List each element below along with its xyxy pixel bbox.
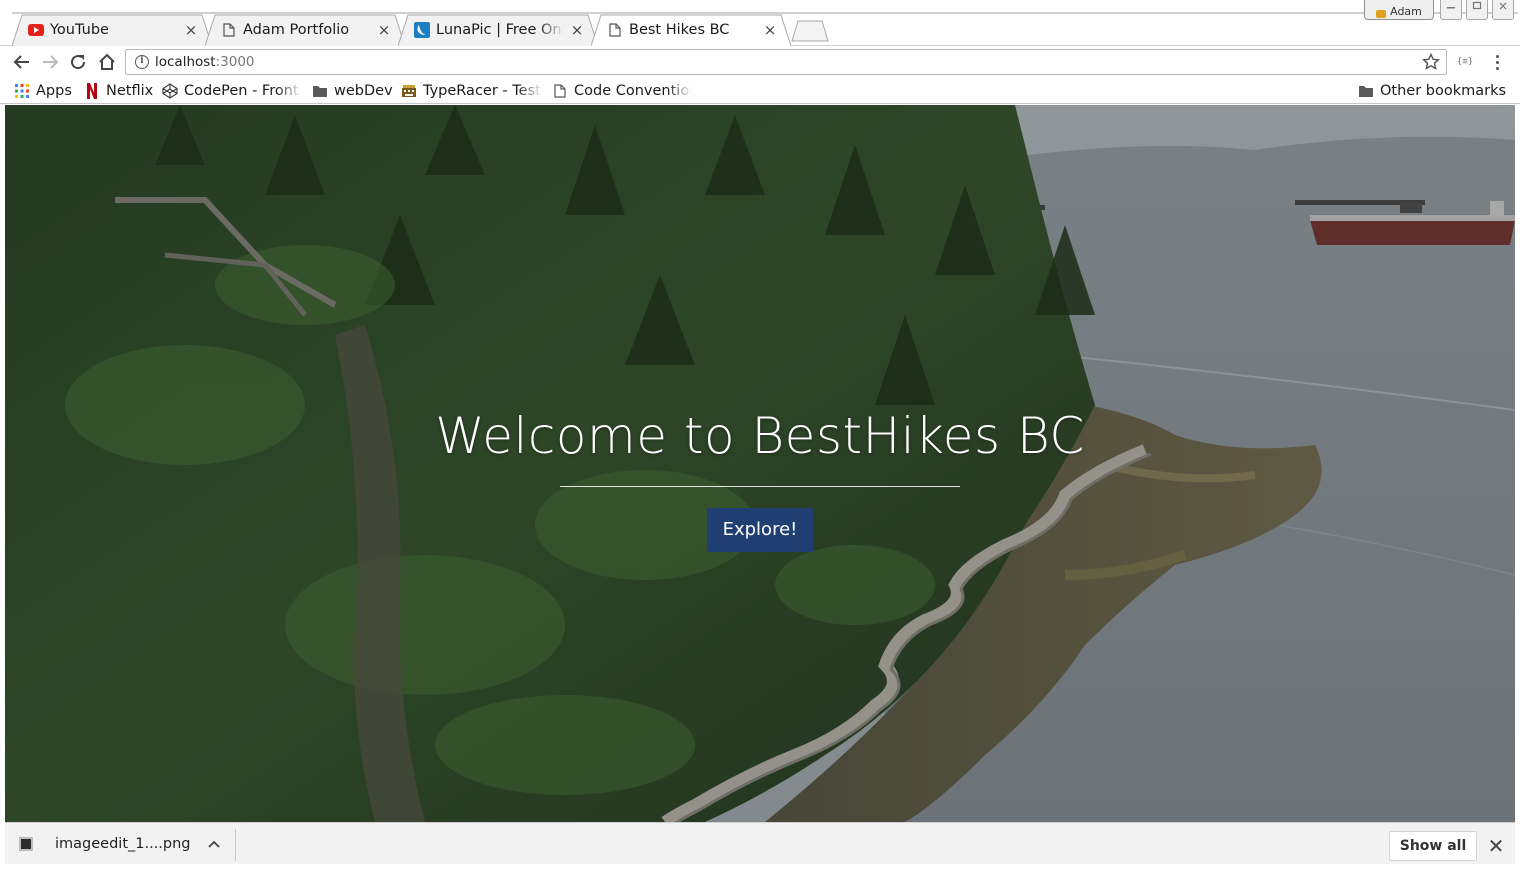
browser-toolbar: i localhost:3000 {≡} <box>0 46 1520 78</box>
netflix-icon <box>84 83 100 99</box>
extension-button[interactable]: {≡} <box>1455 54 1475 70</box>
download-separator <box>235 829 236 861</box>
window-right-edge <box>1515 105 1520 876</box>
tab-title: Best Hikes BC <box>629 22 730 38</box>
explore-button[interactable]: Explore! <box>707 508 813 552</box>
apps-grid-icon <box>14 83 30 99</box>
url-port: :3000 <box>215 54 255 70</box>
lunapic-icon <box>414 22 430 38</box>
reload-button[interactable] <box>66 50 90 74</box>
chevron-up-icon[interactable] <box>207 837 221 851</box>
close-window-button[interactable] <box>1492 0 1514 20</box>
hero-title: Welcome to BestHikes BC <box>435 407 1085 465</box>
download-shelf: imageedit_1....png Show all ✕ <box>5 822 1515 864</box>
bookmarks-bar: Apps Netflix CodePen - Front End Develop… <box>0 78 1520 104</box>
minimize-button[interactable] <box>1440 0 1462 20</box>
back-button[interactable] <box>10 50 34 74</box>
codepen-icon <box>162 83 178 99</box>
tab-title: LunaPic | Free Online Photo Editor <box>436 22 564 38</box>
bookmark-label: Apps <box>36 83 72 99</box>
bookmark-label: Other bookmarks <box>1380 83 1507 99</box>
minimize-icon <box>1447 7 1455 9</box>
folder-icon <box>312 83 328 99</box>
menu-dot-icon <box>1495 60 1499 64</box>
tab-close-icon[interactable]: × <box>763 23 777 38</box>
download-item[interactable]: imageedit_1....png <box>19 831 221 857</box>
bookmark-apps[interactable]: Apps <box>14 80 72 102</box>
page-icon <box>552 83 568 99</box>
close-icon <box>1499 2 1507 10</box>
arrow-right-icon <box>43 55 59 69</box>
tab-close-icon[interactable]: × <box>570 23 584 38</box>
forward-button[interactable] <box>38 50 62 74</box>
home-button[interactable] <box>95 50 119 74</box>
home-icon <box>99 53 115 70</box>
browser-menu-button[interactable] <box>1488 50 1506 74</box>
new-tab-button[interactable] <box>790 20 830 42</box>
page-icon <box>607 22 623 38</box>
window-left-edge <box>0 105 5 876</box>
info-icon[interactable]: i <box>135 55 149 69</box>
close-shelf-icon[interactable]: ✕ <box>1485 835 1507 857</box>
profile-chip[interactable]: Adam <box>1364 0 1434 20</box>
reload-icon <box>71 55 86 70</box>
hero-content: Welcome to BestHikes BC Explore! <box>5 405 1515 552</box>
image-file-icon <box>19 837 33 851</box>
bookmark-codepen[interactable]: CodePen - Front End Developer Playground <box>162 80 302 102</box>
bookmark-label: Code Conventions <box>574 83 692 99</box>
tab-close-icon[interactable]: × <box>184 23 198 38</box>
tab-adam-portfolio[interactable]: Adam Portfolio × <box>205 14 405 46</box>
bookmark-netflix[interactable]: Netflix <box>84 80 153 102</box>
folder-icon <box>1358 83 1374 99</box>
bookmark-star-icon[interactable] <box>1422 53 1440 71</box>
youtube-icon <box>28 22 44 38</box>
maximize-icon <box>1472 1 1482 10</box>
maximize-button[interactable] <box>1466 0 1488 20</box>
tab-best-hikes-bc[interactable]: Best Hikes BC × <box>591 14 791 46</box>
window-bottom-edge <box>0 864 1520 876</box>
bookmark-label: webDev <box>334 83 393 99</box>
page-icon <box>221 22 237 38</box>
arrow-left-icon <box>13 55 29 69</box>
hero-divider <box>560 486 960 487</box>
menu-dot-icon <box>1495 66 1499 70</box>
tab-close-icon[interactable]: × <box>377 23 391 38</box>
tab-lunapic[interactable]: LunaPic | Free Online Photo Editor × <box>398 14 598 46</box>
bookmark-label: Netflix <box>106 83 154 99</box>
browser-window: YouTube × Adam Portfolio × LunaPic | Fre… <box>0 0 1520 876</box>
bookmark-code-conventions[interactable]: Code Conventions <box>552 80 692 102</box>
bookmark-typeracer[interactable]: TypeRacer - Test your typing speed <box>401 80 543 102</box>
bookmark-other-bookmarks[interactable]: Other bookmarks <box>1358 80 1506 102</box>
tab-youtube[interactable]: YouTube × <box>12 14 212 46</box>
url-host: localhost <box>155 54 216 70</box>
show-all-downloads-button[interactable]: Show all <box>1389 831 1477 861</box>
download-file-name: imageedit_1....png <box>55 836 191 852</box>
bookmark-label: CodePen - Front End Developer Playground <box>184 83 302 99</box>
address-bar[interactable]: i localhost:3000 <box>125 49 1447 75</box>
bookmark-folder-webdev[interactable]: webDev <box>312 80 393 102</box>
bookmark-label: TypeRacer - Test your typing speed <box>423 83 543 99</box>
profile-name: Adam <box>1390 5 1422 18</box>
typeracer-icon <box>401 83 417 99</box>
tab-title: YouTube <box>50 22 109 38</box>
person-icon <box>1376 10 1387 18</box>
page-viewport: Welcome to BestHikes BC Explore! <box>5 105 1515 822</box>
address-url[interactable]: localhost:3000 <box>155 54 255 70</box>
menu-dot-icon <box>1495 54 1499 58</box>
tab-title: Adam Portfolio <box>243 22 350 38</box>
tab-strip: YouTube × Adam Portfolio × LunaPic | Fre… <box>0 0 1520 46</box>
